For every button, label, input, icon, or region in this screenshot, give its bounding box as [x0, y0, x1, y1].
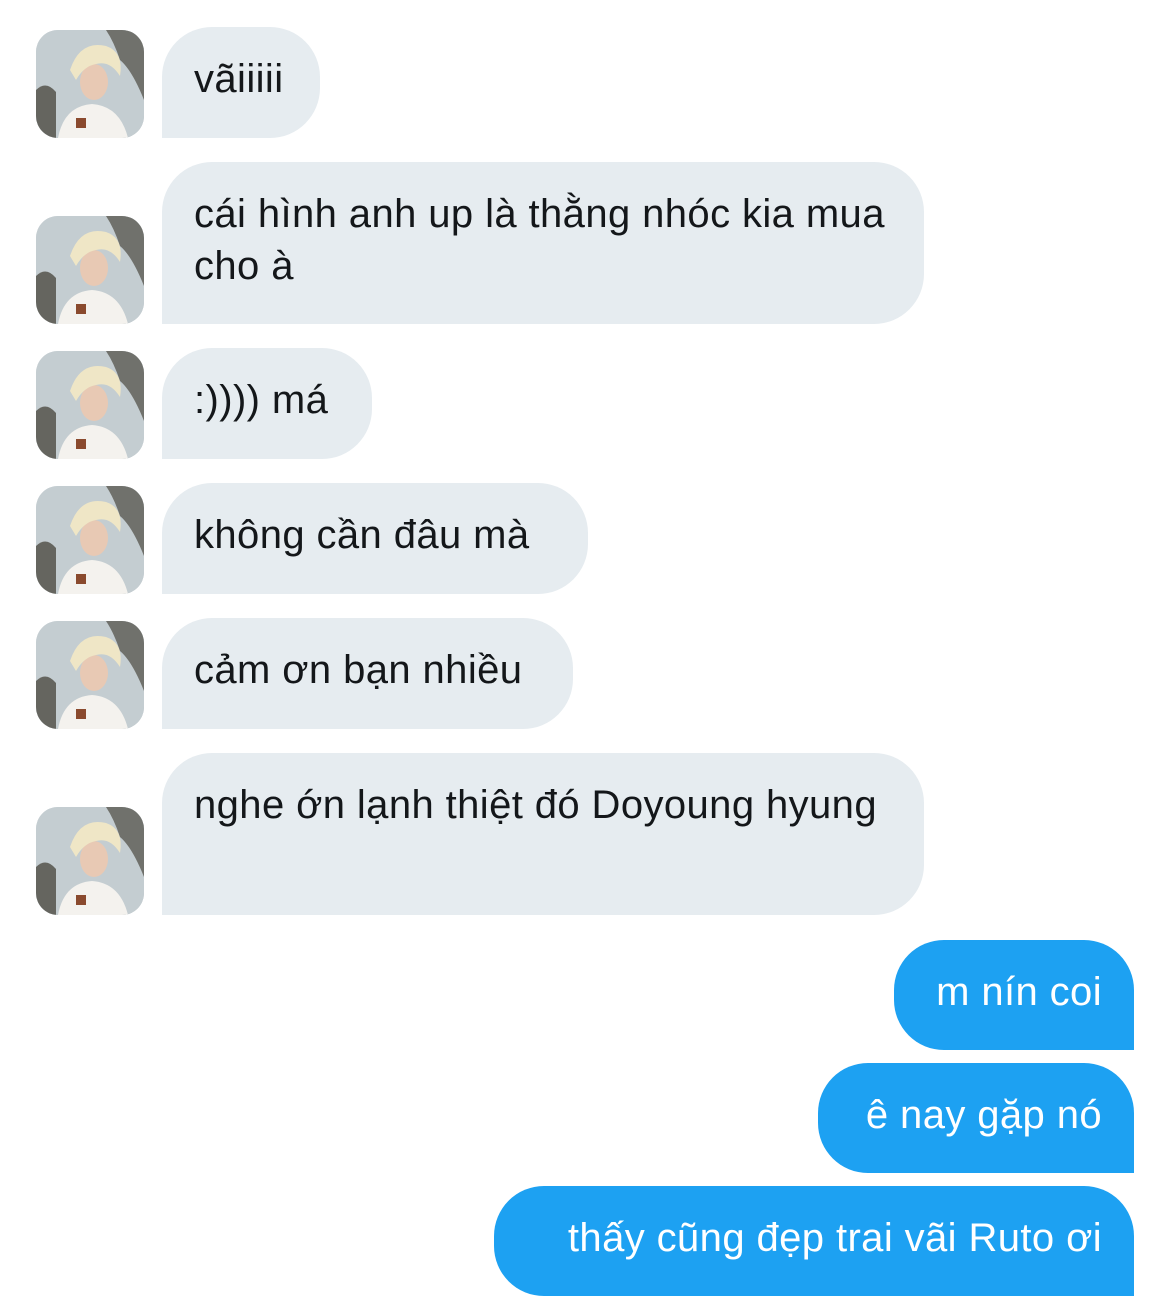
avatar[interactable]: [36, 621, 144, 729]
message-bubble: thấy cũng đẹp trai vãi Ruto ơi: [494, 1186, 1134, 1296]
avatar-photo-icon: [36, 351, 144, 459]
message-bubble: cảm ơn bạn nhiều: [162, 618, 573, 729]
message-text: :)))) má: [194, 378, 329, 422]
avatar-photo-icon: [36, 486, 144, 594]
avatar-photo-icon: [36, 621, 144, 729]
message-bubble: nghe ớn lạnh thiệt đó Doyoung hyung: [162, 753, 924, 915]
message-text: m nín coi: [936, 970, 1102, 1014]
message-text: thấy cũng đẹp trai vãi Ruto ơi: [567, 1216, 1102, 1260]
avatar[interactable]: [36, 351, 144, 459]
avatar-photo-icon: [36, 30, 144, 138]
message-text: nghe ớn lạnh thiệt đó Doyoung hyung: [194, 783, 877, 827]
message-text: cảm ơn bạn nhiều: [194, 648, 523, 692]
avatar-photo-icon: [36, 807, 144, 915]
message-bubble: vãiiiii: [162, 27, 320, 138]
message-text: cái hình anh up là thằng nhóc kia mua ch…: [194, 192, 885, 288]
message-bubble: không cần đâu mà: [162, 483, 588, 594]
message-text: không cần đâu mà: [194, 513, 530, 557]
message-bubble: cái hình anh up là thằng nhóc kia mua ch…: [162, 162, 924, 324]
avatar[interactable]: [36, 216, 144, 324]
avatar[interactable]: [36, 807, 144, 915]
avatar[interactable]: [36, 486, 144, 594]
avatar[interactable]: [36, 30, 144, 138]
message-text: vãiiiii: [194, 57, 284, 101]
message-bubble: :)))) má: [162, 348, 372, 459]
message-bubble: m nín coi: [894, 940, 1134, 1050]
message-bubble: ê nay gặp nó: [818, 1063, 1134, 1173]
message-text: ê nay gặp nó: [865, 1093, 1102, 1137]
avatar-photo-icon: [36, 216, 144, 324]
